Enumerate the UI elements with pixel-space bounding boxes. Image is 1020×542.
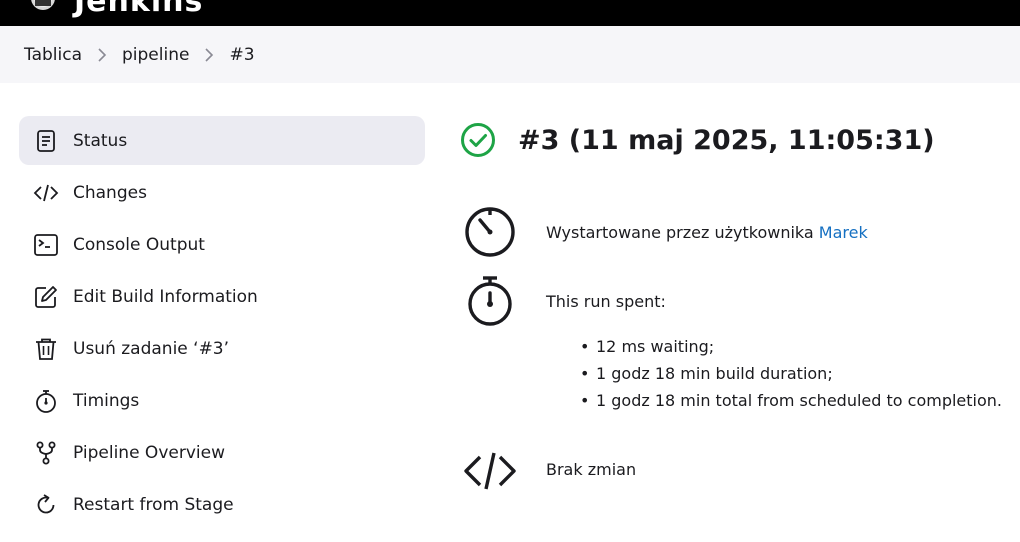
started-by-prefix: Wystartowane przez użytkownika xyxy=(546,223,819,242)
breadcrumb-item-pipeline[interactable]: pipeline xyxy=(122,45,189,65)
sidebar-item-label: Console Output xyxy=(73,234,205,255)
sidebar-item-label: Restart from Stage xyxy=(73,494,234,515)
breadcrumb: Tablica pipeline #3 xyxy=(0,26,1020,83)
page-title: #3 (11 maj 2025, 11:05:31) xyxy=(518,124,935,156)
stopwatch-icon xyxy=(460,271,520,331)
sidebar-item-console-output[interactable]: Console Output xyxy=(19,220,425,269)
branch-icon xyxy=(33,440,59,466)
chevron-right-icon xyxy=(82,47,122,62)
sidebar-item-restart-from-stage[interactable]: Restart from Stage xyxy=(19,480,425,529)
sidebar-item-label: Edit Build Information xyxy=(73,286,258,307)
trash-icon xyxy=(33,336,59,362)
edit-icon xyxy=(33,284,59,310)
terminal-icon xyxy=(33,232,59,258)
document-icon xyxy=(33,128,59,154)
sidebar-item-label: Status xyxy=(73,130,128,151)
list-item: 12 ms waiting; xyxy=(580,333,1002,360)
chevron-right-icon xyxy=(189,47,229,62)
changes-block: Brak zmian xyxy=(460,441,636,501)
code-icon xyxy=(460,441,520,501)
sidebar-item-edit-build-information[interactable]: Edit Build Information xyxy=(19,272,425,321)
started-by-text: Wystartowane przez użytkownika Marek xyxy=(546,223,868,242)
sidebar-item-label: Usuń zadanie ‘#3’ xyxy=(73,338,230,359)
run-spent-list: 12 ms waiting; 1 godz 18 min build durat… xyxy=(580,333,1002,414)
user-link[interactable]: Marek xyxy=(819,223,868,242)
run-spent-heading: This run spent: xyxy=(546,292,666,311)
sidebar: Status Changes Console Output Edit Build… xyxy=(19,116,425,532)
restart-icon xyxy=(33,492,59,518)
list-item: 1 godz 18 min build duration; xyxy=(580,360,1002,387)
sidebar-item-pipeline-overview[interactable]: Pipeline Overview xyxy=(19,428,425,477)
sidebar-item-label: Pipeline Overview xyxy=(73,442,225,463)
sidebar-item-timings[interactable]: Timings xyxy=(19,376,425,425)
sidebar-item-status[interactable]: Status xyxy=(19,116,425,165)
code-icon xyxy=(33,180,59,206)
build-title-row: #3 (11 maj 2025, 11:05:31) xyxy=(460,122,935,158)
sidebar-item-changes[interactable]: Changes xyxy=(19,168,425,217)
jenkins-brand-text[interactable]: Jenkins xyxy=(74,0,203,19)
sidebar-item-label: Changes xyxy=(73,182,147,203)
run-spent-block: This run spent: xyxy=(460,271,666,331)
no-changes-text: Brak zmian xyxy=(546,460,637,479)
breadcrumb-item-build[interactable]: #3 xyxy=(229,45,254,65)
success-check-icon xyxy=(460,122,496,158)
top-header: Jenkins xyxy=(0,0,1020,26)
breadcrumb-item-dashboard[interactable]: Tablica xyxy=(24,45,82,65)
list-item: 1 godz 18 min total from scheduled to co… xyxy=(580,387,1002,414)
timer-dial-icon xyxy=(460,202,520,262)
started-by-block: Wystartowane przez użytkownika Marek xyxy=(460,202,868,262)
stopwatch-icon xyxy=(33,388,59,414)
jenkins-logo-icon[interactable] xyxy=(26,0,60,18)
sidebar-item-label: Timings xyxy=(73,390,140,411)
sidebar-item-delete-build[interactable]: Usuń zadanie ‘#3’ xyxy=(19,324,425,373)
